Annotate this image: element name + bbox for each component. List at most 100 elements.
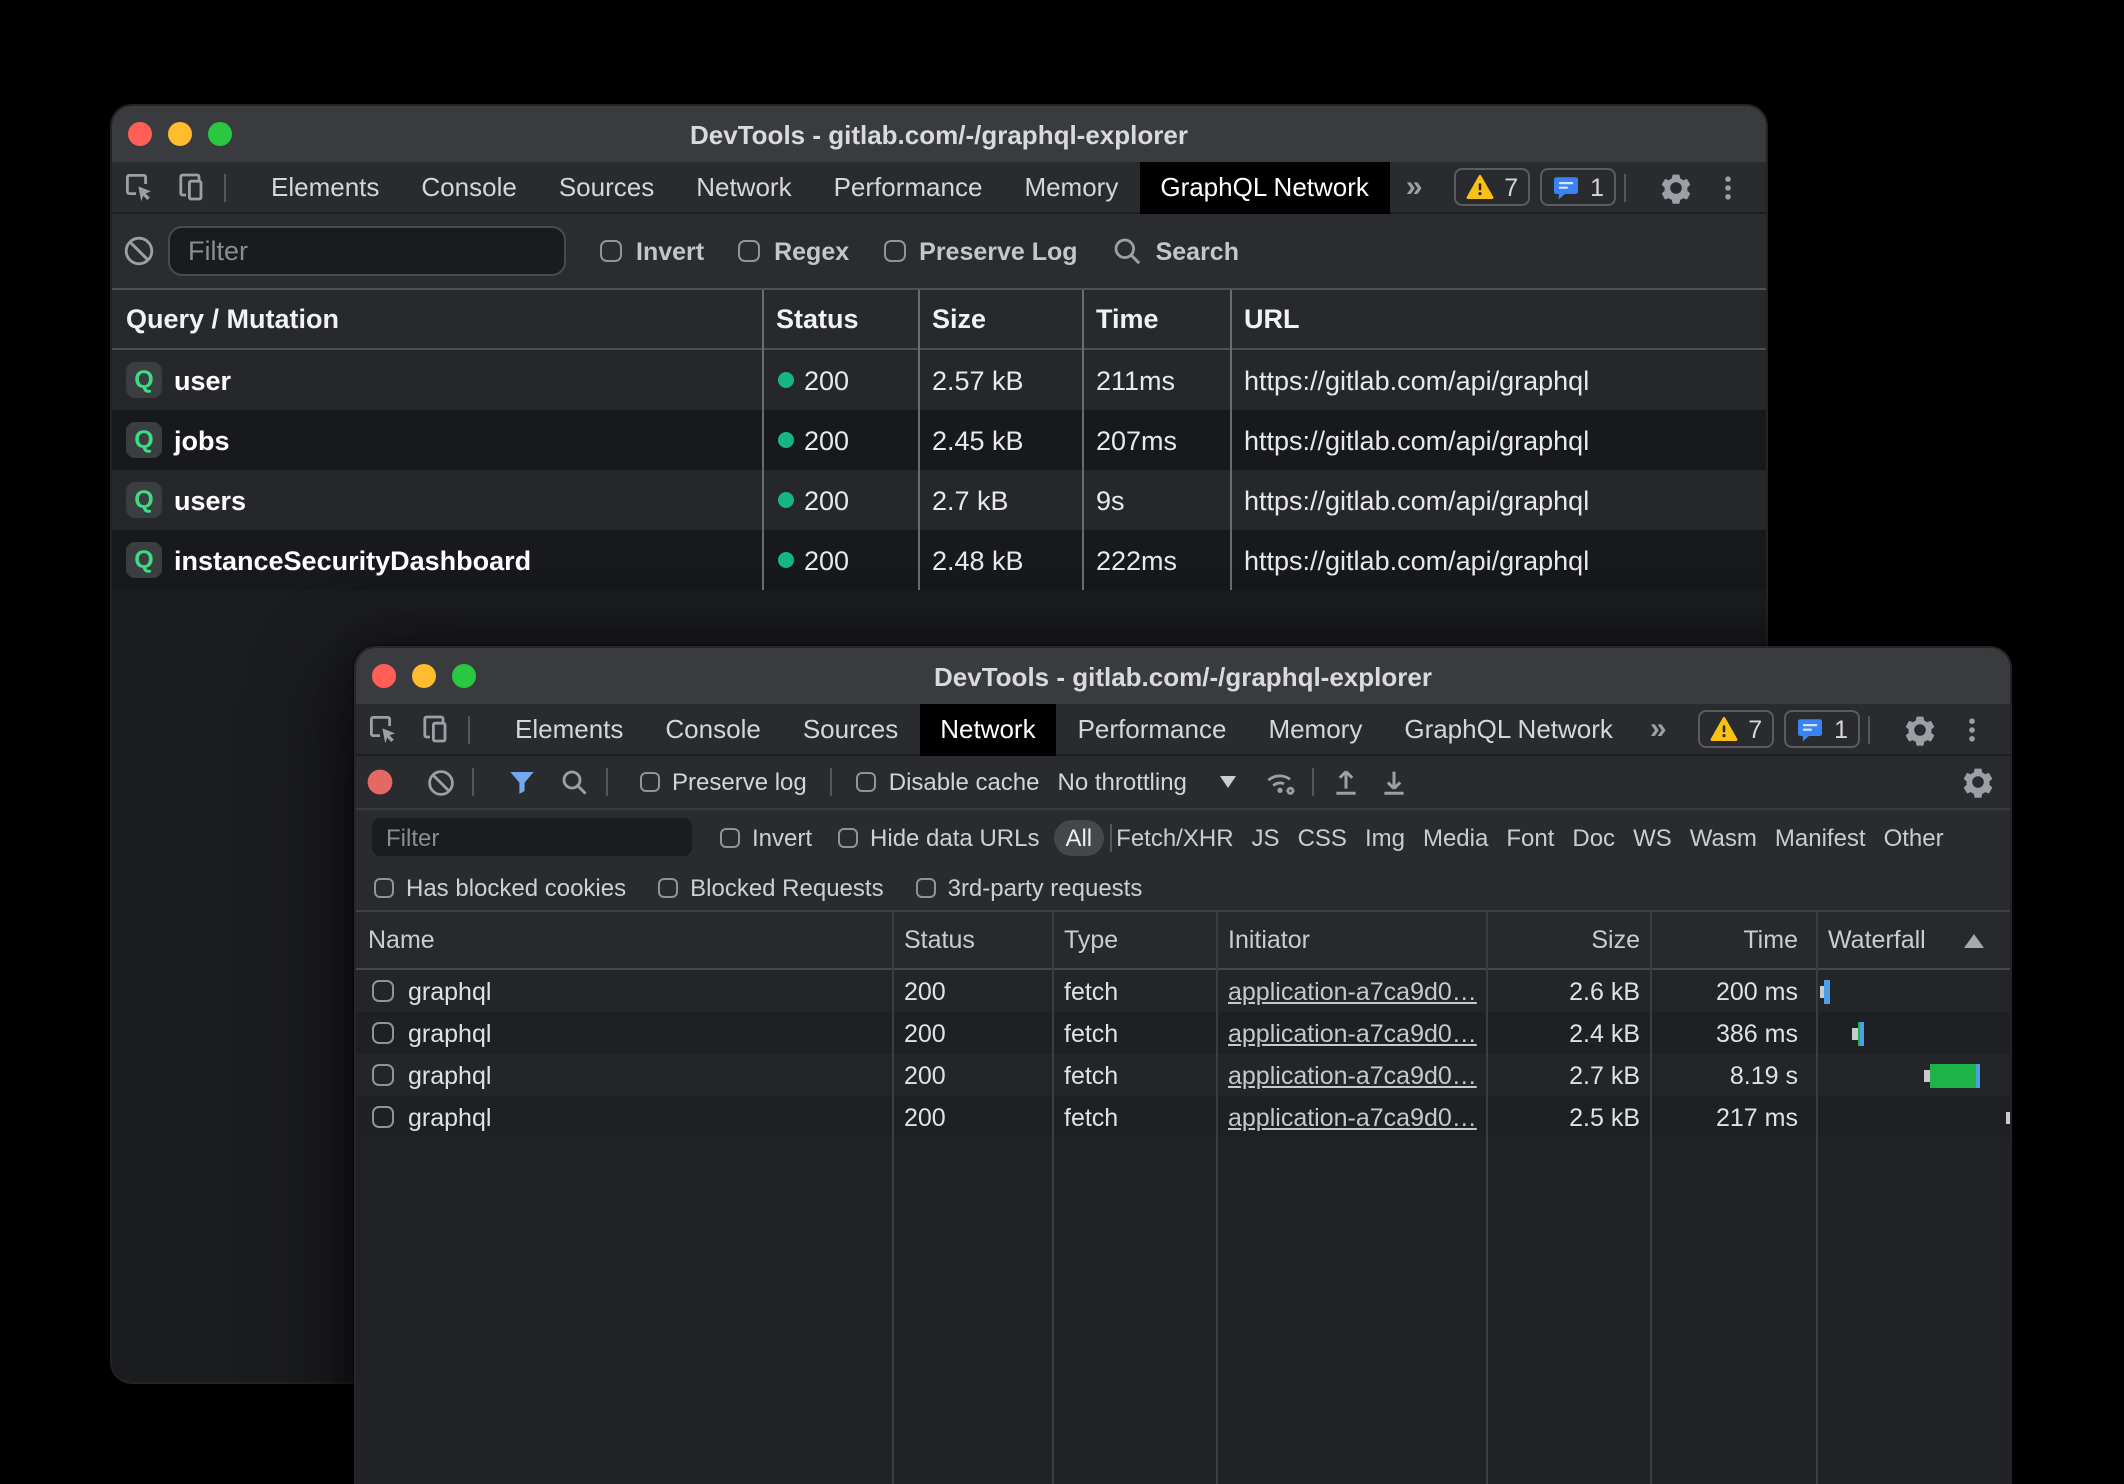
table-row[interactable]: graphql 200 fetch application-a7ca9d0… 2… <box>356 1012 2010 1054</box>
table-row[interactable]: graphql 200 fetch application-a7ca9d0… 2… <box>356 1096 2010 1138</box>
tab-elements[interactable]: Elements <box>250 161 400 213</box>
messages-badge[interactable]: 1 <box>1540 168 1616 206</box>
throttling-select[interactable]: No throttling <box>1058 768 1237 796</box>
inspect-element-icon[interactable] <box>112 161 164 213</box>
hide-data-urls-checkbox[interactable]: Hide data URLs <box>838 823 1039 851</box>
preserve-log-checkbox[interactable]: Preserve Log <box>883 237 1077 265</box>
more-tabs-icon[interactable]: » <box>1390 170 1439 204</box>
column-divider[interactable] <box>1650 912 1652 1484</box>
column-divider[interactable] <box>918 290 920 590</box>
search-button[interactable]: Search <box>1112 236 1239 266</box>
tab-sources[interactable]: Sources <box>538 161 675 213</box>
initiator-link[interactable]: application-a7ca9d0… <box>1228 1103 1477 1131</box>
tab-elements[interactable]: Elements <box>494 703 644 755</box>
more-menu-icon[interactable] <box>1702 161 1754 213</box>
column-header-status[interactable]: Status <box>762 290 918 348</box>
row-checkbox[interactable] <box>372 1022 394 1044</box>
tab-performance[interactable]: Performance <box>1057 703 1248 755</box>
column-header-time[interactable]: Time <box>1082 290 1230 348</box>
column-divider[interactable] <box>1216 912 1218 1484</box>
table-row[interactable]: graphql 200 fetch application-a7ca9d0… 2… <box>356 1054 2010 1096</box>
filter-chip-fetch-xhr[interactable]: Fetch/XHR <box>1116 823 1233 851</box>
table-row[interactable]: graphql 200 fetch application-a7ca9d0… 2… <box>356 970 2010 1012</box>
initiator-link[interactable]: application-a7ca9d0… <box>1228 977 1477 1005</box>
filter-chip-media[interactable]: Media <box>1423 823 1488 851</box>
row-checkbox[interactable] <box>372 980 394 1002</box>
invert-checkbox[interactable]: Invert <box>720 823 812 851</box>
has-blocked-cookies-checkbox[interactable]: Has blocked cookies <box>374 873 626 901</box>
filter-chip-other[interactable]: Other <box>1884 823 1944 851</box>
filter-input[interactable]: Filter <box>372 818 692 856</box>
filter-chip-all[interactable]: All <box>1053 819 1104 855</box>
regex-checkbox[interactable]: Regex <box>738 237 849 265</box>
column-divider[interactable] <box>1052 912 1054 1484</box>
titlebar[interactable]: DevTools - gitlab.com/-/graphql-explorer <box>112 106 1766 162</box>
row-checkbox[interactable] <box>372 1064 394 1086</box>
export-har-icon[interactable] <box>1371 758 1419 806</box>
network-conditions-icon[interactable] <box>1257 758 1305 806</box>
more-tabs-icon[interactable]: » <box>1634 712 1683 746</box>
clear-icon[interactable] <box>416 758 464 806</box>
column-header-url[interactable]: URL <box>1230 290 1766 348</box>
messages-badge[interactable]: 1 <box>1784 710 1860 748</box>
tab-performance[interactable]: Performance <box>813 161 1004 213</box>
tab-network[interactable]: Network <box>675 161 812 213</box>
initiator-link[interactable]: application-a7ca9d0… <box>1228 1019 1477 1047</box>
column-header-size[interactable]: Size <box>1486 912 1650 968</box>
filter-chip-font[interactable]: Font <box>1506 823 1554 851</box>
column-divider[interactable] <box>1486 912 1488 1484</box>
tab-sources[interactable]: Sources <box>782 703 919 755</box>
settings-gear-icon[interactable] <box>1894 703 1946 755</box>
filter-chip-manifest[interactable]: Manifest <box>1775 823 1866 851</box>
warnings-badge[interactable]: 7 <box>1698 710 1774 748</box>
column-header-time[interactable]: Time <box>1650 912 1816 968</box>
tab-memory[interactable]: Memory <box>1003 161 1139 213</box>
column-divider[interactable] <box>1230 290 1232 590</box>
column-header-type[interactable]: Type <box>1052 912 1216 968</box>
tab-network[interactable]: Network <box>919 703 1056 755</box>
invert-checkbox[interactable]: Invert <box>600 237 704 265</box>
blocked-requests-checkbox[interactable]: Blocked Requests <box>658 873 883 901</box>
tab-graphql-network[interactable]: GraphQL Network <box>1139 161 1390 213</box>
column-header-initiator[interactable]: Initiator <box>1216 912 1486 968</box>
table-row[interactable]: Qjobs 200 2.45 kB 207ms https://gitlab.c… <box>112 410 1766 470</box>
device-toolbar-icon[interactable] <box>164 161 216 213</box>
table-row[interactable]: QinstanceSecurityDashboard 200 2.48 kB 2… <box>112 530 1766 590</box>
more-menu-icon[interactable] <box>1946 703 1998 755</box>
titlebar[interactable]: DevTools - gitlab.com/-/graphql-explorer <box>356 648 2010 704</box>
initiator-link[interactable]: application-a7ca9d0… <box>1228 1061 1477 1089</box>
tab-console[interactable]: Console <box>644 703 781 755</box>
column-divider[interactable] <box>1816 912 1818 1484</box>
inspect-element-icon[interactable] <box>356 703 408 755</box>
column-header-query-mutation[interactable]: Query / Mutation <box>112 290 762 348</box>
tab-console[interactable]: Console <box>400 161 537 213</box>
filter-chip-js[interactable]: JS <box>1252 823 1280 851</box>
device-toolbar-icon[interactable] <box>408 703 460 755</box>
column-divider[interactable] <box>1082 290 1084 590</box>
import-har-icon[interactable] <box>1323 758 1371 806</box>
column-divider[interactable] <box>892 912 894 1484</box>
filter-funnel-icon[interactable] <box>498 758 546 806</box>
filter-chip-img[interactable]: Img <box>1365 823 1405 851</box>
filter-chip-wasm[interactable]: Wasm <box>1690 823 1757 851</box>
column-divider[interactable] <box>762 290 764 590</box>
table-row[interactable]: Quser 200 2.57 kB 211ms https://gitlab.c… <box>112 350 1766 410</box>
filter-input[interactable]: Filter <box>168 226 566 276</box>
search-icon[interactable] <box>550 758 598 806</box>
disable-cache-checkbox[interactable]: Disable cache <box>857 768 1040 796</box>
record-button[interactable] <box>356 758 404 806</box>
clear-icon[interactable] <box>112 225 164 277</box>
filter-chip-css[interactable]: CSS <box>1298 823 1347 851</box>
row-checkbox[interactable] <box>372 1106 394 1128</box>
table-row[interactable]: Qusers 200 2.7 kB 9s https://gitlab.com/… <box>112 470 1766 530</box>
filter-chip-doc[interactable]: Doc <box>1572 823 1615 851</box>
column-header-waterfall[interactable]: Waterfall <box>1816 912 2010 968</box>
settings-gear-icon[interactable] <box>1650 161 1702 213</box>
warnings-badge[interactable]: 7 <box>1454 168 1530 206</box>
tab-memory[interactable]: Memory <box>1247 703 1383 755</box>
preserve-log-checkbox[interactable]: Preserve log <box>640 768 807 796</box>
column-header-status[interactable]: Status <box>892 912 1052 968</box>
settings-gear-icon[interactable] <box>1954 758 2002 806</box>
column-header-size[interactable]: Size <box>918 290 1082 348</box>
filter-chip-ws[interactable]: WS <box>1633 823 1672 851</box>
